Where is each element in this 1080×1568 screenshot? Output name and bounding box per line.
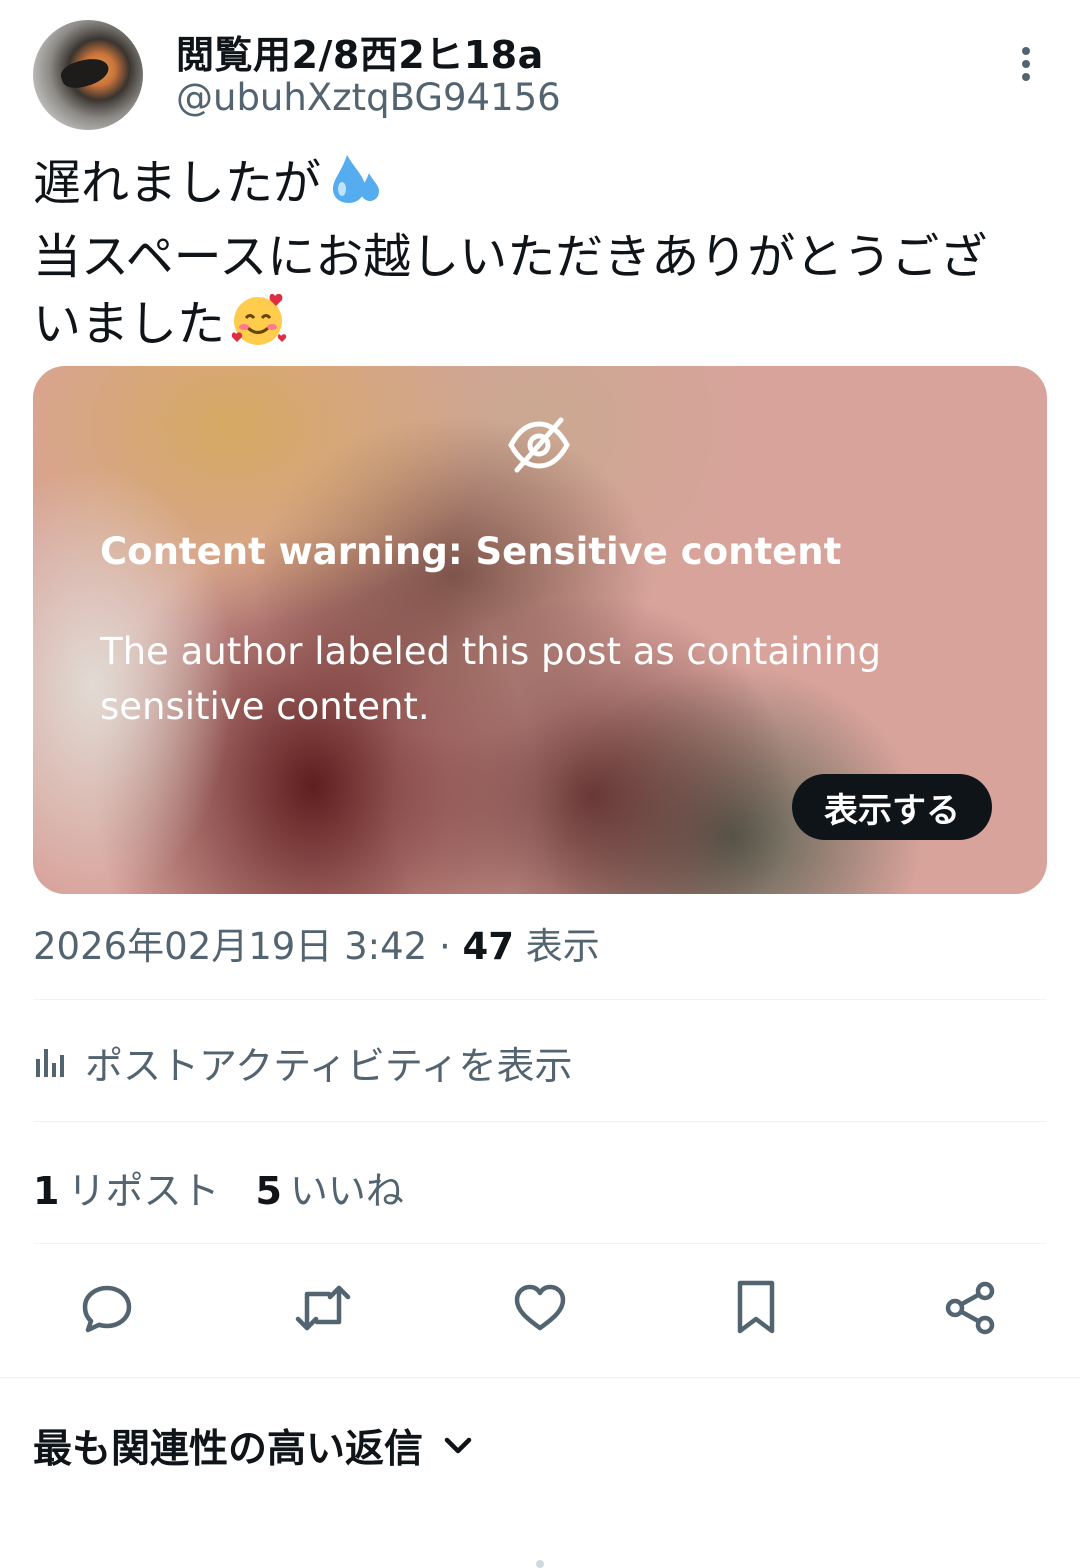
post-activity-label: ポストアクティビティを表示 <box>85 1043 573 1088</box>
action-bar <box>0 1276 1080 1348</box>
reposts-count: 1 <box>33 1169 60 1213</box>
reply-button[interactable] <box>75 1276 139 1340</box>
share-button[interactable] <box>938 1276 1002 1340</box>
post-timestamp[interactable]: 2026年02月19日 3:42 <box>33 925 427 968</box>
eye-off-icon <box>508 417 570 473</box>
post-header: 閲覧用2/8西2ヒ18a @ubuhXztqBG94156 <box>33 18 1047 130</box>
content-warning-body: The author labeled this post as containi… <box>100 630 881 728</box>
tweet-line-2: 当スペースにお越しいただきありがとうござ <box>33 229 988 285</box>
divider <box>33 1243 1047 1244</box>
bookmark-icon <box>737 1280 775 1334</box>
more-options-button[interactable] <box>1011 44 1041 84</box>
avatar[interactable] <box>33 20 143 130</box>
replies-sort-dropdown[interactable]: 最も関連性の高い返信 <box>33 1418 473 1474</box>
sensitive-media-card[interactable]: Content warning: Sensitive content The a… <box>33 366 1047 894</box>
tweet-line-1-text: 遅れましたが <box>33 155 322 211</box>
like-button[interactable] <box>508 1276 572 1340</box>
smiling-face-with-hearts-emoji-icon <box>229 290 287 365</box>
tweet-line-1: 遅れましたが <box>33 150 1047 224</box>
section-divider <box>0 1377 1080 1378</box>
show-media-button[interactable]: 表示する <box>792 774 992 840</box>
reposts-stat[interactable]: 1 リポスト <box>33 1160 219 1215</box>
likes-label: いいね <box>289 1169 404 1213</box>
author-display-name[interactable]: 閲覧用2/8西2ヒ18a <box>176 24 544 79</box>
repost-button[interactable] <box>291 1276 355 1340</box>
likes-stat[interactable]: 5 いいね <box>255 1160 403 1215</box>
divider <box>33 999 1047 1000</box>
post-meta: 2026年02月19日 3:42 · 47 表示 <box>33 916 600 970</box>
reposts-label: リポスト <box>67 1169 220 1213</box>
chevron-down-icon <box>444 1437 472 1454</box>
tweet-line-3-text: いました <box>33 296 226 352</box>
loading-indicator <box>536 1560 544 1568</box>
more-vertical-icon <box>1022 47 1030 81</box>
heart-icon <box>514 1284 566 1331</box>
share-icon <box>945 1281 995 1335</box>
sweat-droplets-emoji-icon <box>325 151 381 224</box>
views-count: 47 <box>462 925 514 968</box>
likes-count: 5 <box>255 1169 282 1213</box>
meta-separator: · <box>438 925 451 968</box>
repost-icon <box>295 1285 351 1331</box>
engagement-stats: 1 リポスト 5 いいね <box>33 1160 404 1215</box>
bar-chart-icon <box>36 1049 64 1077</box>
post-detail-page: 閲覧用2/8西2ヒ18a @ubuhXztqBG94156 遅れましたが 当スペ… <box>0 0 1080 1568</box>
bookmark-button[interactable] <box>724 1276 788 1340</box>
author-handle[interactable]: @ubuhXztqBG94156 <box>176 76 561 119</box>
post-activity-link[interactable]: ポストアクティビティを表示 <box>33 1036 573 1088</box>
replies-sort-label: 最も関連性の高い返信 <box>33 1427 424 1472</box>
content-warning-title: Content warning: Sensitive content <box>100 530 842 573</box>
reply-icon <box>82 1285 132 1333</box>
tweet-text: 遅れましたが 当スペースにお越しいただきありがとうござ いました <box>33 150 1047 365</box>
divider <box>33 1121 1047 1122</box>
tweet-line-3: いました <box>33 290 1047 365</box>
views-label: 表示 <box>525 925 600 968</box>
